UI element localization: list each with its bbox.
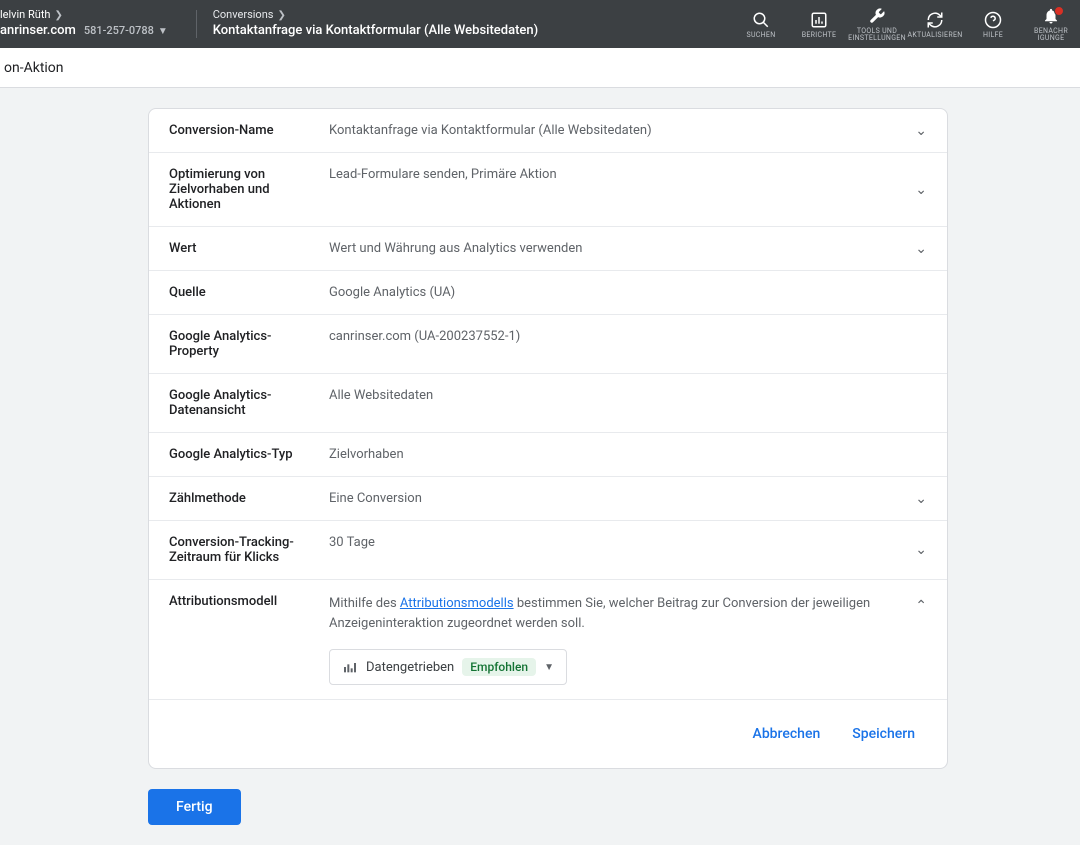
refresh-label: AKTUALISIEREN	[907, 32, 962, 39]
row-label: Zählmethode	[169, 491, 329, 506]
bar-chart-icon	[810, 10, 828, 30]
row-label: Wert	[169, 241, 329, 256]
account-switcher[interactable]: lelvin Rüth ❯ anrinser.com 581-257-0788 …	[0, 4, 180, 43]
caret-down-icon: ▼	[544, 662, 554, 673]
header-left: lelvin Rüth ❯ anrinser.com 581-257-0788 …	[0, 4, 538, 43]
row-value: Eine Conversion	[329, 491, 927, 506]
row-value: 30 Tage	[329, 535, 927, 550]
row-value: Google Analytics (UA)	[329, 285, 927, 300]
reports-tool[interactable]: BERICHTE	[790, 0, 848, 48]
caret-down-icon: ▼	[158, 25, 168, 38]
row-label: Quelle	[169, 285, 329, 300]
reports-label: BERICHTE	[802, 32, 837, 39]
help-tool[interactable]: HILFE	[964, 0, 1022, 48]
row-value: Zielvorhaben	[329, 447, 927, 462]
chevron-right-icon: ❯	[277, 9, 285, 22]
row-label: Google Analytics-Datenansicht	[169, 388, 329, 418]
chevron-down-icon[interactable]: ⌄	[915, 241, 927, 257]
account-phone-text: 581-257-0788	[84, 24, 154, 38]
notifications-tool[interactable]: BENACHRIGUNGE	[1022, 0, 1080, 48]
row-value: Wert und Währung aus Analytics verwenden	[329, 241, 927, 256]
row-ga-view: Google Analytics-Datenansicht Alle Websi…	[149, 374, 947, 433]
chevron-down-icon[interactable]: ⌄	[915, 182, 927, 198]
attribution-model-dropdown[interactable]: Datengetrieben Empfohlen ▼	[329, 649, 567, 685]
done-button[interactable]: Fertig	[148, 789, 241, 825]
row-value: Kontaktanfrage via Kontaktformular (Alle…	[329, 123, 927, 138]
chevron-down-icon[interactable]: ⌄	[915, 542, 927, 558]
chevron-down-icon[interactable]: ⌄	[915, 491, 927, 507]
search-icon	[752, 10, 770, 30]
row-tracking-window[interactable]: Conversion-Tracking-Zeitraum für Klicks …	[149, 521, 947, 580]
breadcrumb-parent: Conversions	[213, 8, 274, 22]
attribution-help-link[interactable]: Attributionsmodells	[400, 596, 514, 611]
page-subheader: on-Aktion	[0, 48, 1080, 88]
page-title: on-Aktion	[4, 60, 64, 76]
app-header: lelvin Rüth ❯ anrinser.com 581-257-0788 …	[0, 0, 1080, 48]
row-value[interactable]: Wert Wert und Währung aus Analytics verw…	[149, 227, 947, 271]
chevron-up-icon[interactable]: ⌃	[915, 598, 927, 614]
breadcrumb-current: Kontaktanfrage via Kontaktformular (Alle…	[213, 23, 538, 40]
wrench-icon	[868, 6, 886, 26]
recommended-badge: Empfohlen	[462, 658, 536, 676]
help-label: HILFE	[983, 32, 1003, 39]
breadcrumb[interactable]: Conversions ❯ Kontaktanfrage via Kontakt…	[213, 8, 538, 39]
refresh-icon	[926, 10, 944, 30]
notifications-label: BENACHRIGUNGE	[1034, 28, 1068, 42]
account-domain-text: anrinser.com	[0, 23, 76, 40]
tools-settings-label: TOOLS UNDEINSTELLUNGEN	[848, 28, 906, 42]
search-label: SUCHEN	[746, 32, 775, 39]
header-tools: SUCHEN BERICHTE TOOLS UNDEINSTELLUNGEN A…	[732, 0, 1080, 48]
row-source: Quelle Google Analytics (UA)	[149, 271, 947, 315]
vertical-divider	[196, 10, 197, 38]
row-label: Optimierung von Zielvorhaben und Aktione…	[169, 167, 329, 212]
row-label: Conversion-Name	[169, 123, 329, 138]
row-attribution-model: Attributionsmodell Mithilfe des Attribut…	[149, 580, 947, 700]
help-icon	[984, 10, 1002, 30]
save-button[interactable]: Speichern	[840, 718, 927, 750]
row-value: canrinser.com (UA-200237552-1)	[329, 329, 927, 344]
content-area: Conversion-Name Kontaktanfrage via Konta…	[0, 88, 1080, 845]
model-name-text: Datengetrieben	[366, 660, 454, 675]
card-actions: Abbrechen Speichern	[149, 700, 947, 768]
cancel-button[interactable]: Abbrechen	[741, 718, 833, 750]
refresh-tool[interactable]: AKTUALISIEREN	[906, 0, 964, 48]
tools-settings-tool[interactable]: TOOLS UNDEINSTELLUNGEN	[848, 0, 906, 48]
notification-badge	[1054, 6, 1064, 16]
row-conversion-name[interactable]: Conversion-Name Kontaktanfrage via Konta…	[149, 109, 947, 153]
row-label: Conversion-Tracking-Zeitraum für Klicks	[169, 535, 329, 565]
chevron-right-icon: ❯	[55, 9, 63, 22]
chevron-down-icon[interactable]: ⌄	[915, 123, 927, 139]
settings-card: Conversion-Name Kontaktanfrage via Konta…	[148, 108, 948, 769]
attribution-label: Attributionsmodell	[169, 594, 329, 609]
row-label: Google Analytics-Typ	[169, 447, 329, 462]
row-value: Lead-Formulare senden, Primäre Aktion	[329, 167, 927, 182]
account-name-text: lelvin Rüth	[0, 8, 51, 22]
row-optimization[interactable]: Optimierung von Zielvorhaben und Aktione…	[149, 153, 947, 227]
row-ga-type: Google Analytics-Typ Zielvorhaben	[149, 433, 947, 477]
data-driven-icon	[342, 659, 358, 675]
search-tool[interactable]: SUCHEN	[732, 0, 790, 48]
row-value: Alle Websitedaten	[329, 388, 927, 403]
row-count-method[interactable]: Zählmethode Eine Conversion ⌄	[149, 477, 947, 521]
row-label: Google Analytics-Property	[169, 329, 329, 359]
attribution-description: Mithilfe des Attributionsmodells bestimm…	[329, 594, 927, 633]
row-ga-property: Google Analytics-Property canrinser.com …	[149, 315, 947, 374]
